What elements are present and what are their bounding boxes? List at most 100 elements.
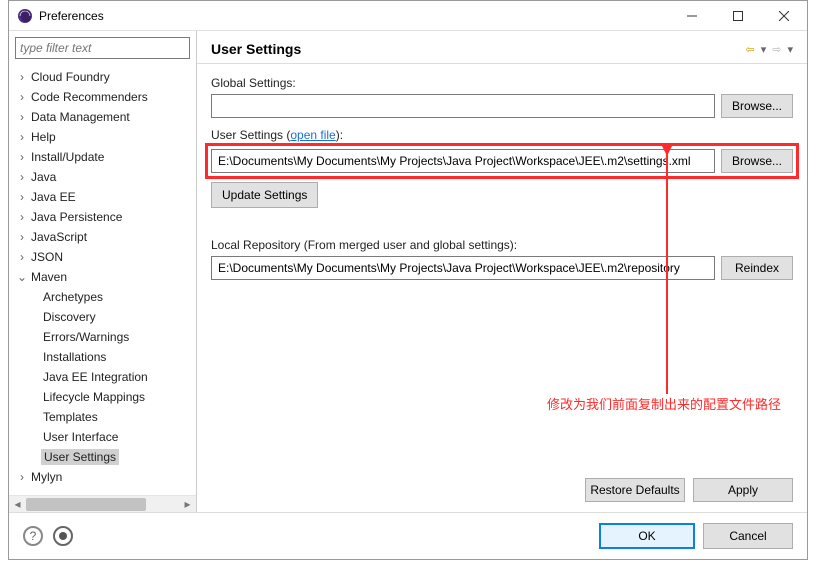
tree-item[interactable]: Installations: [9, 347, 196, 367]
tree-item[interactable]: ›Mylyn: [9, 467, 196, 487]
chevron-right-icon[interactable]: ›: [15, 150, 29, 164]
right-pane: User Settings ⇦ ▾ ⇨ ▾ Global Settings: B…: [197, 31, 807, 512]
tree-item-label: User Settings: [41, 449, 119, 465]
apply-button[interactable]: Apply: [693, 478, 793, 502]
close-button[interactable]: [761, 1, 807, 31]
chevron-right-icon[interactable]: ›: [15, 190, 29, 204]
tree-item[interactable]: ›Java EE: [9, 187, 196, 207]
chevron-right-icon[interactable]: ›: [15, 90, 29, 104]
chevron-right-icon[interactable]: ›: [15, 210, 29, 224]
minimize-button[interactable]: [669, 1, 715, 31]
update-settings-row: Update Settings: [211, 182, 793, 208]
footer-left: ?: [23, 526, 599, 546]
tree-item-label: Help: [29, 130, 56, 144]
tree-item[interactable]: ›Java: [9, 167, 196, 187]
nav-forward-menu-icon[interactable]: ▾: [787, 43, 793, 56]
filter-container: [15, 37, 190, 59]
annotation-text: 修改为我们前面复制出来的配置文件路径: [547, 394, 781, 413]
tree-item[interactable]: User Settings: [9, 447, 196, 467]
global-settings-row: Browse...: [211, 94, 793, 118]
page-title: User Settings: [211, 41, 746, 57]
global-browse-button[interactable]: Browse...: [721, 94, 793, 118]
maximize-button[interactable]: [715, 1, 761, 31]
sidebar: ›Cloud Foundry›Code Recommenders›Data Ma…: [9, 31, 197, 512]
scroll-right-icon[interactable]: ▸: [179, 496, 196, 513]
titlebar: Preferences: [9, 1, 807, 31]
tree-item-label: Installations: [41, 350, 106, 364]
help-icon[interactable]: ?: [23, 526, 43, 546]
main-area: ›Cloud Foundry›Code Recommenders›Data Ma…: [9, 31, 807, 512]
tree-item-label: Archetypes: [41, 290, 103, 304]
scroll-track[interactable]: [26, 496, 179, 513]
chevron-right-icon[interactable]: ›: [15, 70, 29, 84]
tree-item-label: Java EE Integration: [41, 370, 148, 384]
local-repository-input[interactable]: [211, 256, 715, 280]
tree-item[interactable]: ›Install/Update: [9, 147, 196, 167]
scroll-thumb[interactable]: [26, 498, 146, 511]
preferences-tree[interactable]: ›Cloud Foundry›Code Recommenders›Data Ma…: [9, 65, 196, 495]
tree-item-label: Java EE: [29, 190, 76, 204]
tree-item[interactable]: ›JavaScript: [9, 227, 196, 247]
global-settings-input[interactable]: [211, 94, 715, 118]
tree-item[interactable]: User Interface: [9, 427, 196, 447]
tree-item[interactable]: Java EE Integration: [9, 367, 196, 387]
nav-back-icon[interactable]: ⇦: [746, 43, 755, 56]
tree-item-label: Cloud Foundry: [29, 70, 110, 84]
tree-item-label: Lifecycle Mappings: [41, 390, 145, 404]
tree-item[interactable]: ›Code Recommenders: [9, 87, 196, 107]
user-settings-input[interactable]: [211, 149, 715, 173]
chevron-right-icon[interactable]: ›: [15, 470, 29, 484]
tree-item[interactable]: Archetypes: [9, 287, 196, 307]
ok-button[interactable]: OK: [599, 523, 695, 549]
user-browse-button[interactable]: Browse...: [721, 149, 793, 173]
page-nav: ⇦ ▾ ⇨ ▾: [746, 43, 794, 56]
local-repository-label: Local Repository (From merged user and g…: [211, 238, 793, 252]
tree-item-label: Code Recommenders: [29, 90, 148, 104]
tree-item-label: Maven: [29, 270, 67, 284]
tree-item[interactable]: Lifecycle Mappings: [9, 387, 196, 407]
global-settings-label: Global Settings:: [211, 76, 793, 90]
tree-item[interactable]: ›Java Persistence: [9, 207, 196, 227]
tree-item-label: Install/Update: [29, 150, 104, 164]
tree-item[interactable]: Templates: [9, 407, 196, 427]
tree-item-label: Mylyn: [29, 470, 62, 484]
tree-item[interactable]: Errors/Warnings: [9, 327, 196, 347]
filter-input[interactable]: [15, 37, 190, 59]
tree-item-label: User Interface: [41, 430, 118, 444]
page-buttons: Restore Defaults Apply: [197, 468, 807, 512]
preferences-window: Preferences ›Cloud Foundry›Code Recommen…: [8, 0, 808, 560]
eclipse-icon: [17, 8, 33, 24]
chevron-right-icon[interactable]: ›: [15, 110, 29, 124]
chevron-right-icon[interactable]: ›: [15, 250, 29, 264]
chevron-down-icon[interactable]: ⌄: [15, 270, 29, 284]
tree-item[interactable]: ›Data Management: [9, 107, 196, 127]
tree-item-label: Data Management: [29, 110, 130, 124]
user-settings-label: User Settings (open file):: [211, 128, 793, 142]
dialog-footer: ? OK Cancel: [9, 512, 807, 559]
tree-item-label: JSON: [29, 250, 63, 264]
page-header: User Settings ⇦ ▾ ⇨ ▾: [197, 31, 807, 64]
tree-item[interactable]: ›JSON: [9, 247, 196, 267]
tree-item-label: Java: [29, 170, 56, 184]
reindex-button[interactable]: Reindex: [721, 256, 793, 280]
open-file-link[interactable]: open file: [290, 128, 335, 142]
tree-item[interactable]: ⌄Maven: [9, 267, 196, 287]
record-icon[interactable]: [53, 526, 73, 546]
restore-defaults-button[interactable]: Restore Defaults: [585, 478, 685, 502]
nav-forward-icon[interactable]: ⇨: [772, 43, 781, 56]
scroll-left-icon[interactable]: ◂: [9, 496, 26, 513]
window-title: Preferences: [39, 9, 669, 23]
chevron-right-icon[interactable]: ›: [15, 230, 29, 244]
cancel-button[interactable]: Cancel: [703, 523, 793, 549]
chevron-right-icon[interactable]: ›: [15, 130, 29, 144]
footer-right: OK Cancel: [599, 523, 793, 549]
content: ›Cloud Foundry›Code Recommenders›Data Ma…: [9, 31, 807, 559]
tree-item-label: JavaScript: [29, 230, 87, 244]
tree-item[interactable]: ›Help: [9, 127, 196, 147]
tree-item[interactable]: ›Cloud Foundry: [9, 67, 196, 87]
horizontal-scrollbar[interactable]: ◂ ▸: [9, 495, 196, 512]
tree-item[interactable]: Discovery: [9, 307, 196, 327]
chevron-right-icon[interactable]: ›: [15, 170, 29, 184]
update-settings-button[interactable]: Update Settings: [211, 182, 318, 208]
nav-back-menu-icon[interactable]: ▾: [761, 43, 767, 56]
